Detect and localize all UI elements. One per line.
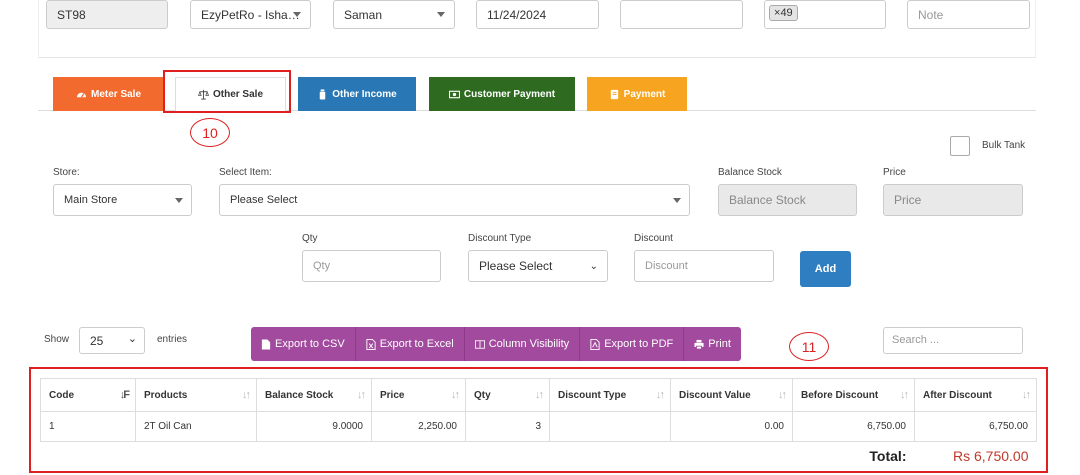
qty-placeholder: Qty <box>313 260 331 272</box>
tag-label: 49 <box>780 7 793 19</box>
chevron-down-icon <box>673 198 681 203</box>
date-field[interactable]: 11/24/2024 <box>476 0 599 29</box>
employee-select[interactable]: Saman <box>333 0 455 29</box>
chevron-down-icon: ⌄ <box>589 261 598 272</box>
date-value: 11/24/2024 <box>487 8 547 22</box>
item-value: Please Select <box>230 194 298 206</box>
tab-customer-payment[interactable]: Customer Payment <box>429 77 575 111</box>
button-label: Export to CSV <box>275 338 345 350</box>
bulk-tank-checkbox[interactable] <box>950 136 970 156</box>
tab-label: Payment <box>623 88 666 100</box>
search-input[interactable]: Search ... <box>883 327 1023 354</box>
button-label: Print <box>708 338 731 350</box>
print-button[interactable]: Print <box>684 327 741 361</box>
search-placeholder: Search ... <box>892 334 940 346</box>
discount-type-value: Please Select <box>479 259 553 273</box>
chevron-down-icon <box>175 198 183 203</box>
annotation-number: 10 <box>202 124 218 141</box>
entries-label: entries <box>157 334 188 345</box>
columns-icon <box>474 339 485 349</box>
button-label: Export to PDF <box>604 338 674 350</box>
page-size-select[interactable]: 25 ⌄ <box>79 327 145 354</box>
selected-tag[interactable]: ×49 <box>769 5 798 21</box>
balance-stock-label: Balance Stock <box>718 167 782 178</box>
store-value: Main Store <box>64 194 118 206</box>
chevron-down-icon <box>437 12 445 17</box>
tag-multiselect[interactable]: ×49 <box>764 0 886 29</box>
export-button-group: Export to CSV Export to Excel Column Vis… <box>251 327 741 361</box>
tab-label: Other Income <box>332 88 397 100</box>
add-button-label: Add <box>814 263 837 275</box>
customer-select[interactable]: EzyPetRo - Isha… <box>190 0 311 29</box>
chevron-down-icon: ⌄ <box>127 333 137 345</box>
employee-value: Saman <box>344 8 383 22</box>
bulk-tank-label: Bulk Tank <box>982 140 1026 151</box>
printer-icon <box>694 339 704 349</box>
item-select[interactable]: Please Select <box>219 184 690 216</box>
show-label: Show <box>44 334 70 345</box>
price-label: Price <box>883 167 906 178</box>
button-label: Export to Excel <box>379 338 454 350</box>
station-code-field[interactable]: ST98 <box>46 0 168 29</box>
price-placeholder: Price <box>894 193 922 207</box>
tab-other-income[interactable]: Other Income <box>298 77 416 111</box>
discount-placeholder: Discount <box>645 260 688 272</box>
note-input[interactable]: Note <box>907 0 1030 29</box>
bottle-icon <box>320 88 326 100</box>
tab-payment[interactable]: Payment <box>587 77 687 111</box>
pdf-file-icon <box>590 338 600 350</box>
balance-stock-placeholder: Balance Stock <box>729 193 806 207</box>
tab-meter-sale[interactable]: Meter Sale <box>53 77 164 111</box>
file-icon <box>261 338 271 350</box>
note-placeholder: Note <box>918 8 944 22</box>
export-pdf-button[interactable]: Export to PDF <box>580 327 685 361</box>
meter-icon <box>76 92 87 98</box>
money-icon <box>448 90 460 98</box>
discount-type-label: Discount Type <box>468 233 532 244</box>
balance-stock-field: Balance Stock <box>718 184 857 216</box>
tab-label: Customer Payment <box>463 88 556 100</box>
chevron-down-icon <box>293 12 301 17</box>
qty-label: Qty <box>302 233 318 244</box>
store-label: Store: <box>53 167 80 178</box>
annotation-number: 11 <box>801 338 817 355</box>
annotation-box-table <box>29 367 1048 473</box>
discount-label: Discount <box>634 233 673 244</box>
column-visibility-button[interactable]: Column Visibility <box>464 327 581 361</box>
page-size-value: 25 <box>90 334 104 348</box>
blank-field[interactable] <box>620 0 743 29</box>
price-field: Price <box>883 184 1023 216</box>
discount-type-select[interactable]: Please Select ⌄ <box>468 250 608 282</box>
excel-file-icon <box>366 338 376 350</box>
annotation-marker-11: 11 <box>789 332 829 361</box>
discount-input[interactable]: Discount <box>634 250 774 282</box>
export-csv-button[interactable]: Export to CSV <box>251 327 356 361</box>
export-excel-button[interactable]: Export to Excel <box>355 327 465 361</box>
qty-input[interactable]: Qty <box>302 250 441 282</box>
station-code-value: ST98 <box>57 8 86 22</box>
store-select[interactable]: Main Store <box>53 184 192 216</box>
annotation-box-tab <box>163 70 291 113</box>
select-item-label: Select Item: <box>219 167 272 178</box>
customer-value: EzyPetRo - Isha… <box>201 8 300 22</box>
tab-label: Meter Sale <box>90 88 142 100</box>
add-button[interactable]: Add <box>800 251 851 287</box>
annotation-marker-10: 10 <box>190 118 230 147</box>
button-label: Column Visibility <box>488 338 570 350</box>
book-icon <box>610 89 618 99</box>
